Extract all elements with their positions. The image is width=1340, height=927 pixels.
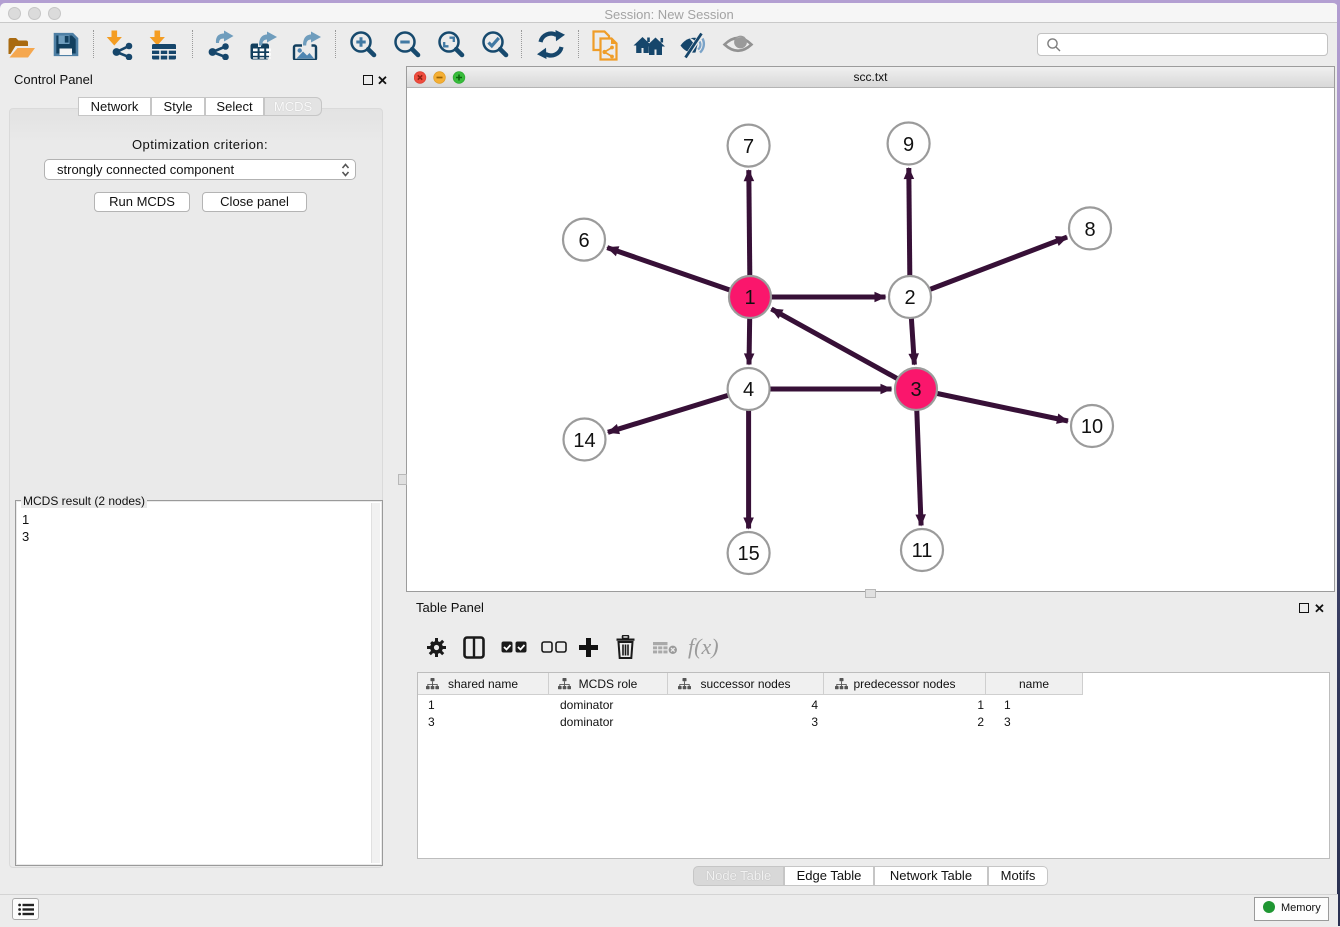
- svg-text:8: 8: [1084, 219, 1095, 241]
- svg-text:14: 14: [573, 430, 595, 452]
- svg-text:9: 9: [903, 134, 914, 156]
- svg-text:1: 1: [744, 287, 755, 309]
- svg-text:3: 3: [910, 379, 921, 401]
- svg-text:15: 15: [737, 543, 759, 565]
- svg-text:2: 2: [904, 287, 915, 309]
- svg-text:6: 6: [578, 230, 589, 252]
- svg-text:11: 11: [912, 540, 933, 562]
- svg-text:7: 7: [743, 136, 754, 158]
- svg-text:10: 10: [1081, 416, 1103, 438]
- svg-text:4: 4: [743, 379, 754, 401]
